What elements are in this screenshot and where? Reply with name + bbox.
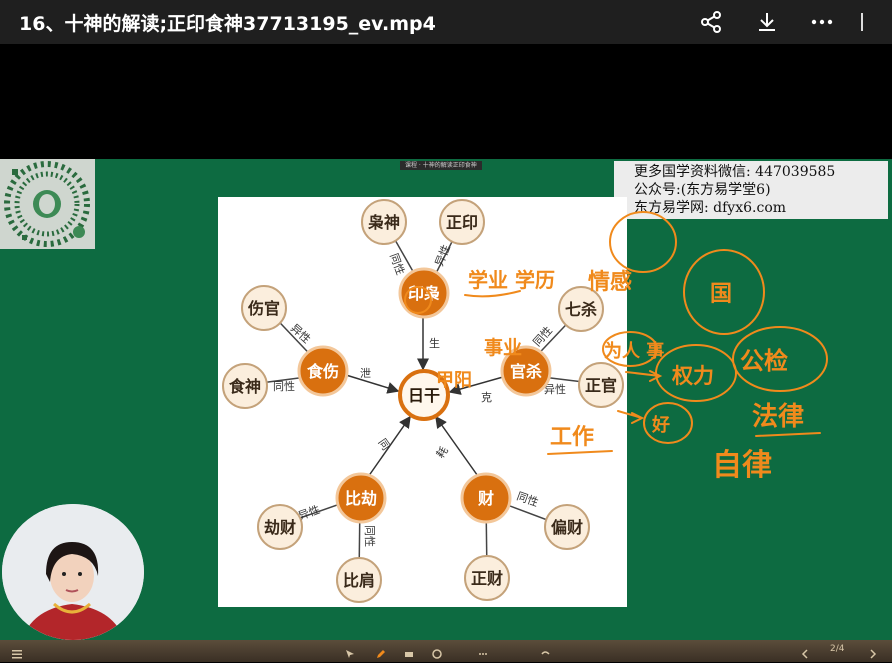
ink-text-gongzuo: 工作 — [550, 425, 594, 450]
share-button[interactable] — [695, 6, 727, 38]
presenter-webcam — [2, 504, 144, 640]
pen-icon[interactable] — [376, 644, 386, 658]
ink-text-gongjian: 公检 — [740, 347, 788, 375]
ink-underline — [755, 432, 821, 437]
menu-icon[interactable] — [12, 644, 22, 659]
ink-text-hao: 好 — [651, 414, 670, 436]
ink-text-quanli: 权力 — [671, 364, 714, 388]
ink-text-zilv: 自律 — [712, 448, 772, 483]
more-button[interactable] — [806, 6, 838, 38]
undo-icon[interactable] — [540, 644, 550, 655]
eraser-icon[interactable] — [404, 644, 414, 657]
ink-circle — [609, 211, 677, 273]
ink-text-falv: 法律 — [752, 402, 804, 432]
ink-text-jiayang: 甲阳 — [436, 370, 472, 391]
ink-text-guo: 国 — [710, 282, 732, 307]
ink-arrow — [625, 370, 663, 382]
ink-text-ganqing: 情感 — [588, 269, 632, 295]
more-icon — [811, 19, 833, 25]
video-title: 16、十神的解读;正印食神37713195_ev.mp4 — [19, 13, 436, 35]
title-bar: 16、十神的解读;正印食神37713195_ev.mp4 — [0, 0, 892, 44]
bottom-toolbar: 2/4 — [0, 640, 892, 662]
side-panel-button[interactable] — [852, 6, 872, 38]
shape-icon[interactable] — [432, 644, 442, 659]
panel-edge-icon — [861, 13, 863, 31]
page-indicator: 2/4 — [830, 644, 845, 654]
ink-arrow — [617, 410, 645, 424]
ink-text-weiren: 为人 事 — [604, 340, 664, 362]
video-frame[interactable]: 课程 · 十神的解读正印食神 更多国学资料微信: 447039585 公众号:(… — [0, 159, 892, 640]
ink-text-xueye: 学业 学历 — [468, 268, 555, 292]
download-button[interactable] — [751, 6, 783, 38]
more-tools-icon[interactable] — [478, 644, 488, 655]
presenter-avatar — [2, 504, 144, 640]
next-page-icon[interactable] — [868, 644, 878, 659]
ink-circle — [404, 286, 432, 314]
share-icon — [701, 11, 721, 33]
ink-underline — [547, 450, 613, 455]
ink-text-shiye: 事业 — [484, 336, 522, 359]
pointer-icon[interactable] — [345, 644, 355, 658]
prev-page-icon[interactable] — [800, 644, 810, 659]
download-icon — [759, 13, 775, 31]
